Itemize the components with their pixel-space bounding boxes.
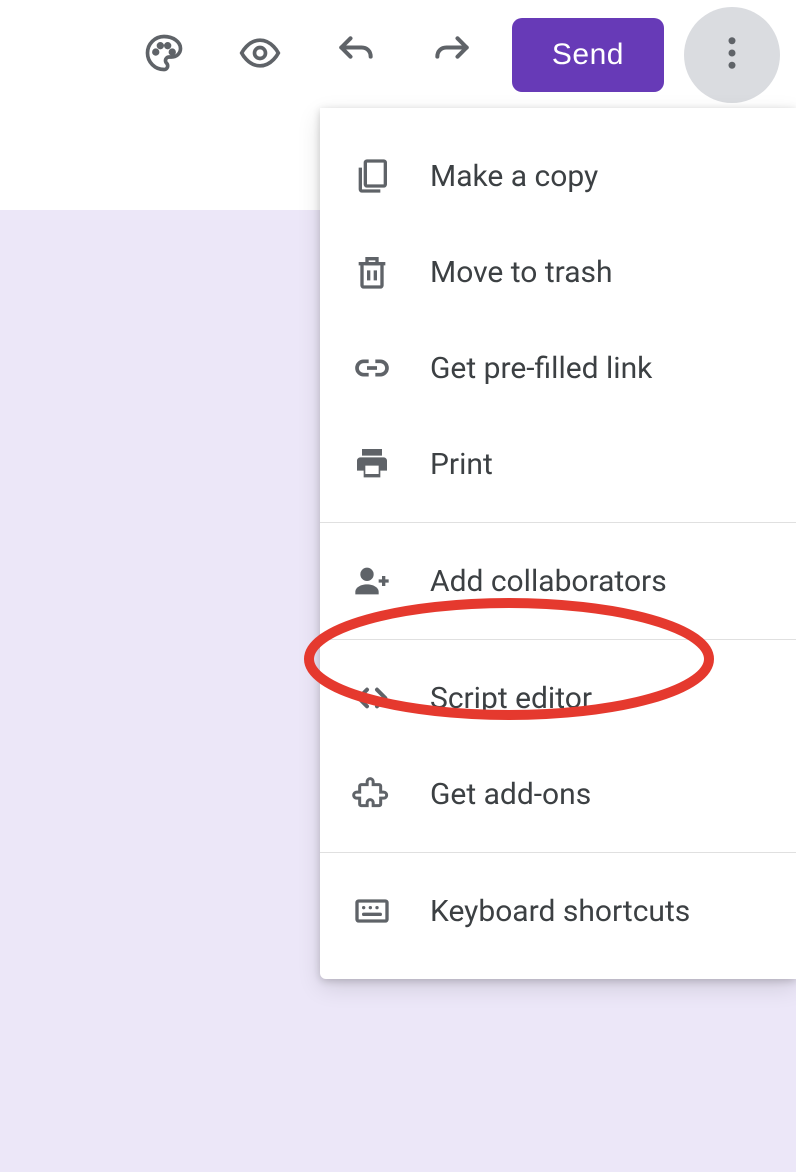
palette-icon — [142, 31, 186, 79]
redo-button[interactable] — [404, 7, 500, 103]
print-icon — [352, 444, 430, 484]
menu-item-label: Script editor — [430, 681, 796, 716]
menu-divider — [320, 852, 796, 853]
customize-theme-button[interactable] — [116, 7, 212, 103]
extension-icon — [352, 774, 430, 814]
menu-item-label: Print — [430, 447, 796, 482]
undo-icon — [334, 31, 378, 79]
menu-item-label: Get pre-filled link — [430, 351, 796, 386]
menu-item-make-copy[interactable]: Make a copy — [320, 128, 796, 224]
menu-item-label: Make a copy — [430, 159, 796, 194]
send-button[interactable]: Send — [512, 18, 664, 92]
preview-button[interactable] — [212, 7, 308, 103]
menu-item-label: Keyboard shortcuts — [430, 894, 796, 929]
menu-divider — [320, 639, 796, 640]
link-icon — [352, 348, 430, 388]
menu-item-get-prefilled-link[interactable]: Get pre-filled link — [320, 320, 796, 416]
menu-item-script-editor[interactable]: Script editor — [320, 650, 796, 746]
more-options-button[interactable] — [684, 7, 780, 103]
menu-item-move-to-trash[interactable]: Move to trash — [320, 224, 796, 320]
menu-item-get-addons[interactable]: Get add-ons — [320, 746, 796, 842]
menu-item-label: Get add-ons — [430, 777, 796, 812]
more-vertical-icon — [711, 32, 753, 78]
trash-icon — [352, 252, 430, 292]
menu-item-print[interactable]: Print — [320, 416, 796, 512]
menu-item-add-collaborators[interactable]: Add collaborators — [320, 533, 796, 629]
keyboard-icon — [352, 891, 430, 931]
menu-divider — [320, 522, 796, 523]
undo-button[interactable] — [308, 7, 404, 103]
menu-item-label: Add collaborators — [430, 564, 796, 599]
code-icon — [352, 678, 430, 718]
eye-icon — [238, 31, 282, 79]
toolbar: Send — [0, 0, 796, 110]
menu-item-keyboard-shortcuts[interactable]: Keyboard shortcuts — [320, 863, 796, 959]
more-options-menu: Make a copy Move to trash Get pre-filled… — [320, 108, 796, 979]
copy-icon — [352, 156, 430, 196]
menu-item-label: Move to trash — [430, 255, 796, 290]
redo-icon — [430, 31, 474, 79]
person-add-icon — [352, 561, 430, 601]
